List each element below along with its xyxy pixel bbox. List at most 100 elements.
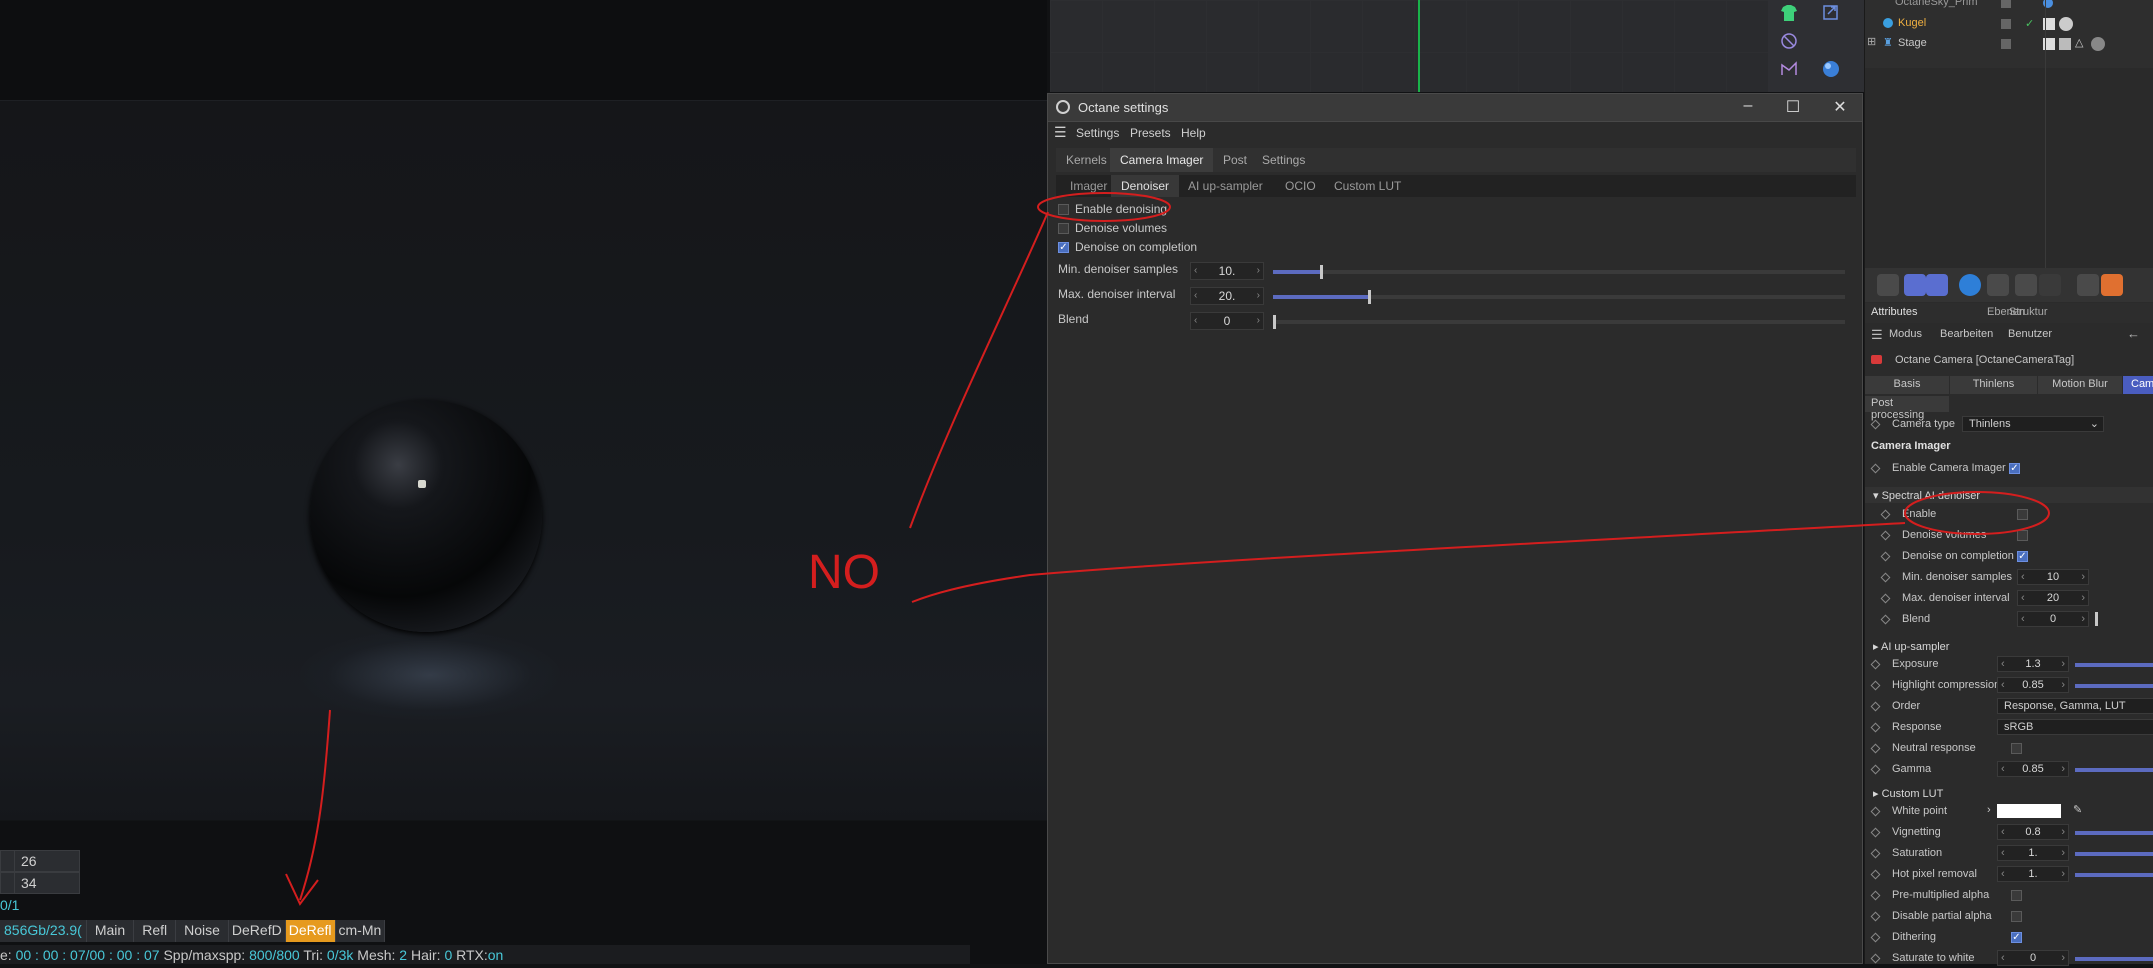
download-icon[interactable]	[2039, 274, 2061, 296]
keyframe-icon[interactable]	[1870, 932, 1881, 943]
field-spinner[interactable]: ‹ › 0.8	[1997, 824, 2069, 840]
object-row[interactable]: OctaneSky_Prim	[1865, 0, 2153, 14]
tab-attributes[interactable]: Attributes	[1871, 306, 1917, 318]
sphere-tool-icon[interactable]	[1818, 58, 1844, 80]
custom-lut-section[interactable]: ▸ Custom LUT	[1865, 785, 2153, 801]
pass-tab-main[interactable]: Main	[86, 920, 135, 942]
field-slider[interactable]	[2075, 831, 2153, 835]
field-dropdown[interactable]: Response, Gamma, LUT	[1997, 698, 2153, 714]
keyframe-icon[interactable]	[1880, 593, 1891, 604]
denoise-volumes-checkbox[interactable]	[1058, 222, 1069, 234]
tag-icon[interactable]	[2059, 38, 2071, 50]
eyedropper-icon[interactable]: ✎	[2073, 803, 2082, 816]
field-spinner[interactable]: ‹ › 10	[2017, 569, 2089, 585]
tab-post[interactable]: Post	[1213, 148, 1257, 172]
field-spinner[interactable]: ‹ › 0	[2017, 611, 2089, 627]
menu-help[interactable]: Help	[1181, 126, 1206, 140]
object-row[interactable]: Kugel ✓	[1865, 15, 2153, 33]
denoise-on-completion-row[interactable]: ✓ Denoise on completion	[1058, 238, 1197, 256]
tab-thinlens[interactable]: Thinlens	[1950, 376, 2037, 394]
back-arrow-icon[interactable]: ←	[2127, 326, 2140, 341]
menu-modus[interactable]: Modus	[1889, 328, 1922, 340]
field-checkbox[interactable]	[2011, 911, 2022, 922]
script-icon[interactable]	[1959, 274, 1981, 296]
enable-denoising-checkbox[interactable]	[1058, 203, 1069, 215]
field-checkbox[interactable]: ✓	[2011, 932, 2022, 943]
menu-settings[interactable]: Settings	[1076, 126, 1119, 140]
max-denoiser-interval-spinner[interactable]: ‹ 20. ›	[1190, 287, 1264, 305]
menu-benutzer[interactable]: Benutzer	[2008, 328, 2052, 340]
keyframe-icon[interactable]	[1870, 764, 1881, 775]
hamburger-icon[interactable]: ☰	[1054, 124, 1067, 141]
tab-kernels[interactable]: Kernels	[1056, 148, 1117, 172]
keyframe-icon[interactable]	[1870, 722, 1881, 733]
subtab-imager[interactable]: Imager	[1060, 175, 1117, 197]
triangle-icon[interactable]: △	[2075, 36, 2083, 49]
field-dropdown[interactable]: sRGB	[1997, 719, 2153, 735]
enable-denoising-row[interactable]: Enable denoising	[1058, 200, 1167, 218]
tab-post-processing[interactable]: Post processing	[1865, 396, 1949, 421]
keyframe-icon[interactable]	[1870, 806, 1881, 817]
keyframe-icon[interactable]	[1870, 419, 1881, 430]
keyframe-icon[interactable]	[1870, 911, 1881, 922]
denoise-on-completion-checkbox[interactable]: ✓	[1058, 241, 1069, 253]
tab-basis[interactable]: Basis	[1865, 376, 1949, 394]
keyframe-icon[interactable]	[1870, 701, 1881, 712]
plugin-icon[interactable]	[2101, 274, 2123, 296]
field-spinner[interactable]: ‹ › 1.3	[1997, 656, 2069, 672]
shirt-icon[interactable]	[1776, 2, 1802, 24]
tab-motion-blur[interactable]: Motion Blur	[2038, 376, 2122, 394]
field-checkbox[interactable]	[2011, 743, 2022, 754]
transform-icon[interactable]	[1818, 2, 1844, 24]
render-viewport[interactable]: 26 34 0/1 856Gb/23.9( Main Refl Noise De…	[0, 0, 1047, 964]
pass-tab-derefl[interactable]: DeRefl	[285, 920, 336, 942]
subtab-ai-upsampler[interactable]: AI up-sampler	[1178, 175, 1273, 197]
field-slider[interactable]	[2075, 768, 2153, 772]
visibility-icon[interactable]	[2001, 39, 2011, 49]
close-icon[interactable]: ✕	[1820, 97, 1860, 119]
keyframe-icon[interactable]	[1880, 614, 1891, 625]
tab-struktur[interactable]: Struktur	[2009, 306, 2048, 318]
pass-tab-cm-mn[interactable]: cm-Mn	[335, 920, 386, 942]
keyframe-icon[interactable]	[1870, 680, 1881, 691]
keyframe-icon[interactable]	[1880, 509, 1891, 520]
menu-bearbeiten[interactable]: Bearbeiten	[1940, 328, 1993, 340]
keyframe-icon[interactable]	[1880, 530, 1891, 541]
tab-settings[interactable]: Settings	[1252, 148, 1315, 172]
keyframe-icon[interactable]	[1870, 659, 1881, 670]
visibility-icon[interactable]	[2001, 19, 2011, 29]
field-spinner[interactable]: ‹ › 0.85	[1997, 761, 2069, 777]
keyframe-icon[interactable]	[1870, 743, 1881, 754]
field-slider[interactable]	[2075, 684, 2153, 688]
tab-camera-imager[interactable]: Camer	[2123, 376, 2153, 394]
expand-arrow-icon[interactable]: ›	[1987, 804, 1991, 816]
deformer-icon[interactable]	[1776, 30, 1802, 52]
field-slider[interactable]	[2075, 957, 2153, 961]
field-spinner[interactable]: ‹ › 1.	[1997, 845, 2069, 861]
pass-tab-refl[interactable]: Refl	[134, 920, 177, 942]
hamburger-icon[interactable]: ☰	[1871, 327, 1883, 343]
field-spinner[interactable]: ‹ › 0.85	[1997, 677, 2069, 693]
field-slider[interactable]	[2075, 663, 2153, 667]
subtab-denoiser[interactable]: Denoiser	[1111, 175, 1180, 197]
field-checkbox[interactable]	[2017, 509, 2028, 520]
field-slider[interactable]	[2075, 873, 2153, 877]
layers-icon[interactable]	[2077, 274, 2099, 296]
keyframe-icon[interactable]	[1870, 869, 1881, 880]
external-link-icon[interactable]	[1987, 274, 2009, 296]
spectral-ai-denoiser-section[interactable]: ▾ Spectral AI denoiser	[1865, 487, 2153, 503]
min-denoiser-samples-spinner[interactable]: ‹ 10. ›	[1190, 262, 1264, 280]
menu-presets[interactable]: Presets	[1130, 126, 1171, 140]
expand-icon[interactable]: ⊞	[1867, 35, 1876, 48]
keyframe-icon[interactable]	[1870, 827, 1881, 838]
subtab-ocio[interactable]: OCIO	[1275, 175, 1326, 197]
pass-tab-noise[interactable]: Noise	[176, 920, 229, 942]
keyframe-icon[interactable]	[1870, 953, 1881, 964]
denoise-volumes-row[interactable]: Denoise volumes	[1058, 219, 1167, 237]
maximize-icon[interactable]: ☐	[1773, 97, 1813, 119]
max-denoiser-interval-slider[interactable]	[1273, 290, 1845, 304]
subtab-custom-lut[interactable]: Custom LUT	[1324, 175, 1411, 197]
keyframe-icon[interactable]	[1880, 572, 1891, 583]
keyframe-icon[interactable]	[1870, 848, 1881, 859]
blend-slider-knob[interactable]	[2095, 612, 2098, 626]
